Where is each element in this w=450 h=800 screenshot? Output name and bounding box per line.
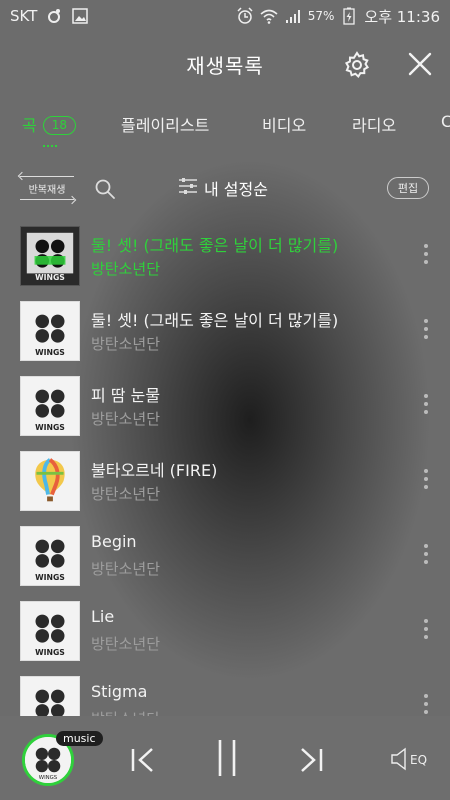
song-artist: 방탄소년단 [91, 560, 161, 578]
alarm-icon [236, 7, 254, 25]
equalizer-button[interactable]: EQ [390, 746, 430, 774]
song-artist: 방탄소년단 [91, 485, 161, 503]
song-row[interactable]: WINGS Stigma 방탄소년단 [0, 668, 450, 716]
gallery-icon [71, 7, 89, 25]
song-title: Begin [91, 532, 137, 551]
pause-icon[interactable] [213, 738, 241, 778]
wifi-icon [260, 7, 278, 25]
tab-radio[interactable]: 라디오 [352, 112, 396, 136]
playlist-header: 재생목록 [0, 32, 450, 96]
song-title: 둘! 셋! (그래도 좋은 날이 더 많기를) [91, 311, 339, 330]
song-row[interactable]: WINGS Begin 방탄소년단 [0, 518, 450, 593]
cover-album-text: WINGS [35, 648, 65, 657]
close-icon[interactable] [404, 48, 436, 80]
status-clock: 오후 11:36 [364, 7, 440, 26]
tab-video[interactable]: 비디오 [262, 112, 306, 136]
previous-track-icon[interactable] [128, 746, 158, 774]
sort-label: 내 설정순 [204, 180, 268, 199]
next-track-icon[interactable] [296, 746, 326, 774]
more-options-icon[interactable] [420, 244, 432, 268]
more-options-icon[interactable] [420, 544, 432, 568]
song-artist: 방탄소년단 [91, 335, 161, 353]
sort-sliders-icon [178, 177, 198, 199]
song-artist: 방탄소년단 [91, 708, 160, 716]
mini-player: WINGS music EQ [0, 716, 450, 800]
more-options-icon[interactable] [420, 619, 432, 643]
more-options-icon[interactable] [420, 694, 432, 716]
album-thumbnail [20, 451, 80, 511]
album-thumbnail: WINGS [20, 676, 80, 716]
song-row[interactable]: WINGS Lie 방탄소년단 [0, 593, 450, 668]
song-list: WINGS 둘! 셋! (그래도 좋은 날이 더 많기를) 방탄소년단 WINGS 둘!… [0, 218, 450, 716]
speaker-icon [390, 747, 408, 774]
search-icon[interactable] [94, 178, 116, 200]
song-count-badge: 18 [42, 116, 77, 135]
content-tabs: 곡 18 플레이리스트 비디오 라디오 C [0, 100, 450, 148]
battery-charging-icon [340, 7, 358, 25]
cover-album-text: WINGS [35, 273, 65, 282]
song-row[interactable]: WINGS 둘! 셋! (그래도 좋은 날이 더 많기를) 방탄소년단 [0, 218, 450, 293]
sort-control[interactable]: 내 설정순 [178, 176, 268, 200]
album-thumbnail: WINGS [20, 376, 80, 436]
more-options-icon[interactable] [420, 469, 432, 493]
song-title: 둘! 셋! (그래도 좋은 날이 더 많기를) [91, 236, 339, 255]
list-controls: 반복재생 내 설정순 편집 [0, 168, 450, 208]
signal-icon [284, 7, 302, 25]
tab-songs-label: 곡 [22, 116, 37, 135]
album-thumbnail: WINGS [20, 226, 80, 286]
tab-songs[interactable]: 곡 18 [22, 112, 77, 136]
song-artist: 방탄소년단 [91, 635, 161, 653]
settings-gear-icon[interactable] [342, 50, 372, 80]
song-row[interactable]: 불타오르네 (FIRE) 방탄소년단 [0, 443, 450, 518]
cover-album-text: WINGS [35, 573, 65, 582]
song-title: Lie [91, 607, 115, 626]
song-title: 피 땀 눈물 [91, 386, 161, 405]
edit-button[interactable]: 편집 [387, 177, 429, 199]
album-thumbnail: WINGS [20, 526, 80, 586]
page-title: 재생목록 [186, 53, 264, 78]
battery-percent: 57% [307, 9, 335, 23]
song-row[interactable]: WINGS 피 땀 눈물방탄소년단 [0, 368, 450, 443]
status-bar: SKT 57% 오후 11:36 [0, 0, 450, 32]
cover-album-text: WINGS [39, 775, 58, 781]
song-artist: 방탄소년단 [91, 410, 161, 428]
song-row[interactable]: WINGS 둘! 셋! (그래도 좋은 날이 더 많기를) 방탄소년단 [0, 293, 450, 368]
tab-playlists[interactable]: 플레이리스트 [121, 112, 209, 136]
carrier-label: SKT [10, 7, 38, 25]
active-tab-indicator [43, 144, 57, 147]
more-options-icon[interactable] [420, 319, 432, 343]
cover-album-text: WINGS [35, 348, 65, 357]
song-title: Stigma [91, 682, 148, 701]
song-artist: 방탄소년단 [91, 260, 161, 278]
app-notification-icon [45, 7, 63, 25]
more-options-icon[interactable] [420, 394, 432, 418]
repeat-button[interactable]: 반복재생 [20, 176, 74, 200]
album-thumbnail: WINGS [20, 601, 80, 661]
music-badge: music [56, 731, 103, 746]
song-title: 불타오르네 (FIRE) [91, 461, 218, 480]
tab-more[interactable]: C [441, 112, 450, 131]
album-thumbnail: WINGS [20, 301, 80, 361]
eq-label: EQ [410, 753, 428, 767]
cover-album-text: WINGS [35, 423, 65, 432]
